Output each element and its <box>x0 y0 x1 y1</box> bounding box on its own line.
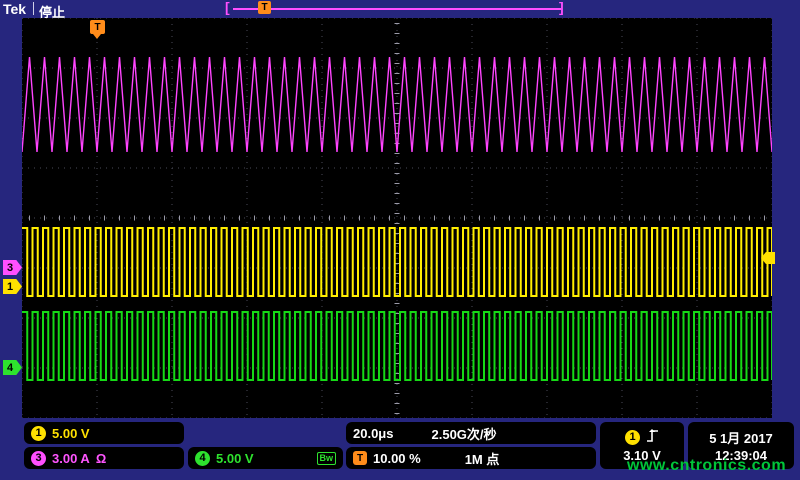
ch3-ground-marker: 3 <box>3 260 22 275</box>
ch1-scale-value: 5.00 V <box>52 426 90 441</box>
ch4-badge: 4 <box>195 451 210 466</box>
ch1-ground-marker: 1 <box>3 279 22 294</box>
acquisition-readout: T 10.00 % 1M 点 <box>346 447 596 469</box>
header-divider <box>33 2 34 15</box>
ch4-square-wave <box>22 312 772 380</box>
ch1-square-wave <box>22 228 772 296</box>
record-length-value: 1M 点 <box>465 449 500 468</box>
trigger-position-flag: T <box>90 20 105 34</box>
ch3-scale-value: 3.00 A <box>52 451 90 466</box>
record-view-trigger-icon: T <box>258 1 271 14</box>
site-watermark: www.cntronics.com <box>627 457 786 475</box>
ch3-triangle-wave <box>22 57 772 152</box>
record-view-bar <box>233 8 561 10</box>
trigger-source-badge: 1 <box>625 430 640 445</box>
bandwidth-limit-icon: Bw <box>317 452 337 465</box>
date-value: 5 1月 2017 <box>709 428 773 447</box>
ch3-ground-marker-label: 3 <box>7 262 13 274</box>
record-view-bracket-left: [ <box>225 0 230 15</box>
ch4-ground-marker: 4 <box>3 360 22 375</box>
ch4-scale-value: 5.00 V <box>216 451 254 466</box>
oscilloscope-screen: Tek 停止 [ ] T T 3 1 4 1 5.00 V <box>0 0 800 480</box>
grid-layer <box>22 18 772 418</box>
timebase-value: 20.0μs <box>353 426 394 441</box>
ch3-readout: 3 3.00 A Ω <box>24 447 184 469</box>
graticule <box>22 18 772 418</box>
ch1-readout: 1 5.00 V <box>24 422 184 444</box>
ch4-readout: 4 5.00 V Bw <box>188 447 343 469</box>
header-bar: Tek 停止 [ ] T <box>0 0 800 18</box>
waveform-display <box>22 18 772 418</box>
trigger-position-value: 10.00 % <box>373 451 421 466</box>
horizontal-readout: 20.0μs 2.50G次/秒 <box>346 422 596 444</box>
ch4-ground-marker-label: 4 <box>7 362 13 374</box>
ch1-badge: 1 <box>31 426 46 441</box>
ch3-badge: 3 <box>31 451 46 466</box>
trigger-slope-icon <box>646 428 659 446</box>
brand-logo: Tek <box>3 1 26 17</box>
ch3-coupling-symbol: Ω <box>96 451 106 466</box>
trigger-position-icon: T <box>353 451 367 465</box>
record-view-bracket-right: ] <box>559 0 564 15</box>
ch1-ground-marker-label: 1 <box>7 281 13 293</box>
sample-rate-value: 2.50G次/秒 <box>432 424 497 443</box>
